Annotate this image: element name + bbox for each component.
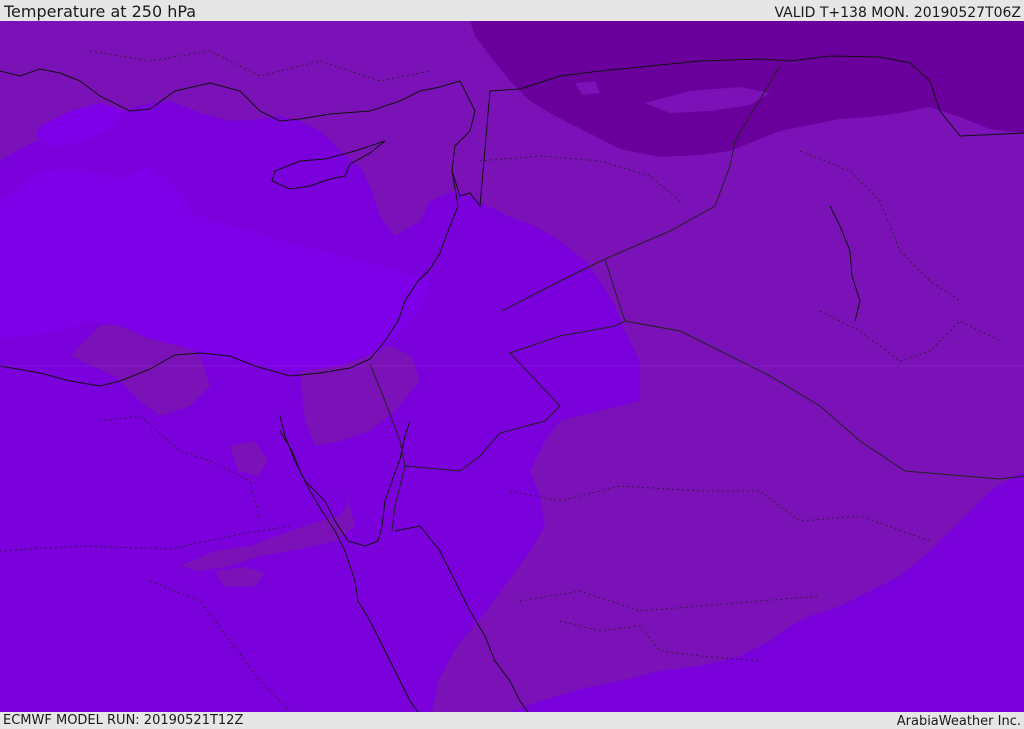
map-title: Temperature at 250 hPa xyxy=(4,2,197,21)
footer-bar: ECMWF MODEL RUN: 20190521T12Z ArabiaWeat… xyxy=(0,712,1024,729)
header-bar: Temperature at 250 hPa VALID T+138 MON. … xyxy=(0,0,1024,21)
valid-time: VALID T+138 MON. 20190527T06Z xyxy=(774,5,1021,21)
weather-map-page: Temperature at 250 hPa VALID T+138 MON. … xyxy=(0,0,1024,729)
temperature-map xyxy=(0,21,1024,712)
model-run: ECMWF MODEL RUN: 20190521T12Z xyxy=(3,713,244,728)
map-canvas xyxy=(0,21,1024,712)
credit: ArabiaWeather Inc. xyxy=(896,714,1021,729)
